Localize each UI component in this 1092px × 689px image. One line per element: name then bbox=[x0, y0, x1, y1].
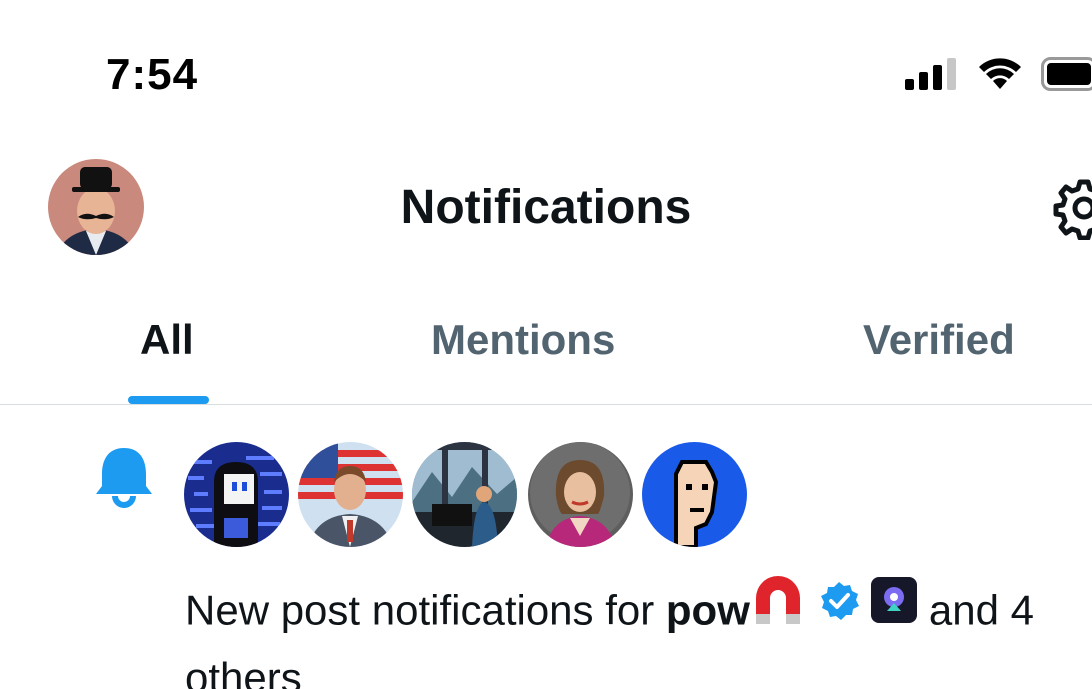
notification-avatar[interactable] bbox=[642, 442, 747, 547]
notification-text-suffix: and 4 bbox=[917, 586, 1034, 634]
wifi-icon bbox=[979, 58, 1021, 89]
cellular-signal-icon bbox=[905, 58, 956, 90]
notification-avatar[interactable] bbox=[528, 442, 633, 547]
status-icons bbox=[905, 56, 1092, 92]
notification-text-line2: others bbox=[185, 654, 302, 689]
notification-text-prefix: New post notifications for bbox=[185, 586, 666, 634]
page-title: Notifications bbox=[400, 181, 692, 234]
notification-avatar[interactable] bbox=[412, 442, 517, 547]
verified-badge-icon bbox=[818, 579, 860, 637]
tab-mentions[interactable]: Mentions bbox=[431, 316, 615, 364]
status-time: 7:54 bbox=[106, 50, 199, 99]
tab-divider bbox=[0, 404, 1092, 405]
notification-text[interactable]: New post notifications for pow and 4 oth… bbox=[185, 576, 1092, 689]
magnet-icon bbox=[750, 572, 806, 643]
battery-icon bbox=[1041, 57, 1092, 91]
screen: 7:54 Notifications All Mentions Verified… bbox=[0, 0, 1092, 689]
tab-all[interactable]: All bbox=[140, 316, 194, 364]
active-tab-indicator bbox=[128, 396, 209, 404]
bell-icon bbox=[94, 446, 154, 510]
notification-avatar[interactable] bbox=[184, 442, 289, 547]
gear-icon[interactable] bbox=[1052, 176, 1092, 241]
notification-username[interactable]: pow bbox=[666, 587, 750, 634]
app-icon bbox=[871, 577, 918, 638]
tab-verified[interactable]: Verified bbox=[863, 316, 1015, 364]
notification-avatar[interactable] bbox=[298, 442, 403, 547]
